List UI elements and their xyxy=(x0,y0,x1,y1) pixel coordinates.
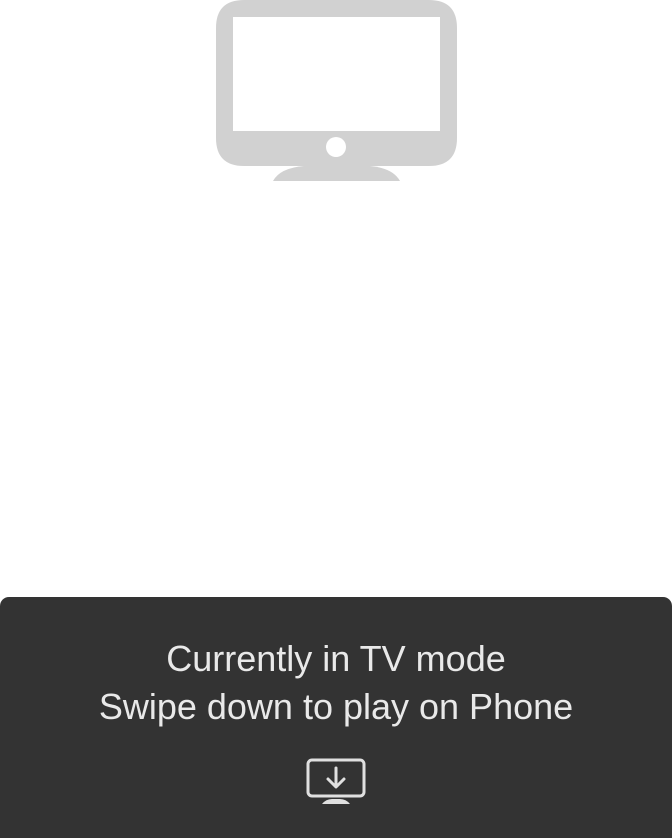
swipe-instruction: Swipe down to play on Phone xyxy=(98,686,574,727)
tv-mode-panel[interactable]: Currently in TV mode Swipe down to play … xyxy=(0,597,672,838)
mode-title: Currently in TV mode xyxy=(166,638,506,679)
switch-to-phone-button[interactable] xyxy=(302,757,370,809)
tv-icon xyxy=(216,0,457,181)
tv-download-arrow-icon xyxy=(306,758,366,804)
